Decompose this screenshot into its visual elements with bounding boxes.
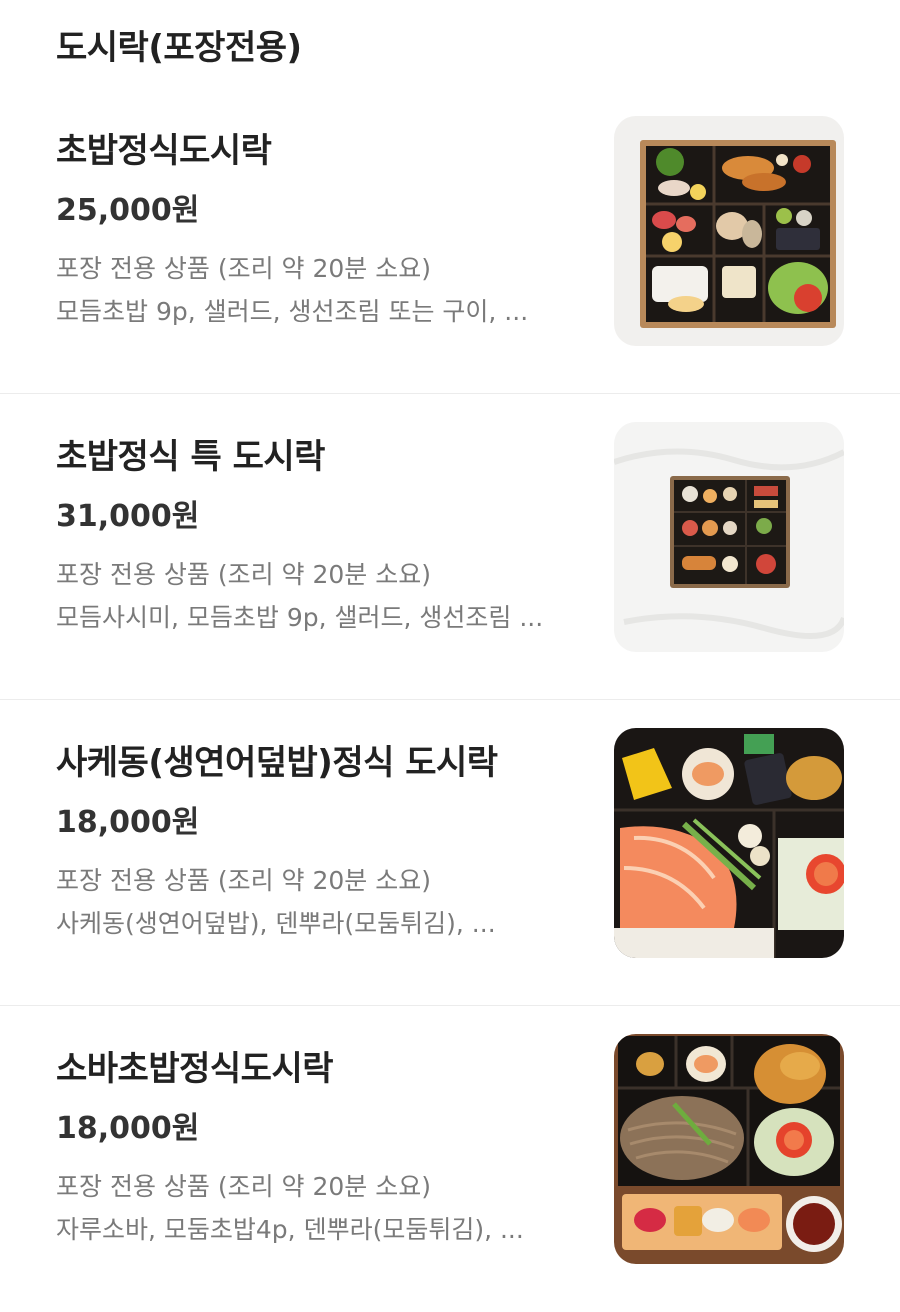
menu-item-salmon-rice-bowl-set[interactable]: 사케동(생연어덮밥)정식 도시락 18,000원 포장 전용 상품 (조리 약 … <box>0 700 900 1006</box>
menu-item-note: 포장 전용 상품 (조리 약 20분 소요) <box>56 254 432 283</box>
menu-item-soba-sushi-set[interactable]: 소바초밥정식도시락 18,000원 포장 전용 상품 (조리 약 20분 소요)… <box>0 1006 900 1312</box>
menu-item-sushi-set[interactable]: 초밥정식도시락 25,000원 포장 전용 상품 (조리 약 20분 소요) 모… <box>0 88 900 394</box>
salmon-rice-bowl-lunchbox-photo[interactable] <box>614 728 844 958</box>
sushi-set-lunchbox-photo[interactable] <box>614 116 844 346</box>
menu-item-price: 31,000원 <box>56 499 200 534</box>
menu-item-name: 초밥정식도시락 <box>56 131 272 171</box>
menu-item-description: 모듬사시미, 모듬초밥 9p, 샐러드, 생선조림 ... <box>56 603 544 632</box>
menu-item-name: 사케동(생연어덮밥)정식 도시락 <box>56 743 498 783</box>
menu-item-note: 포장 전용 상품 (조리 약 20분 소요) <box>56 560 432 589</box>
menu-item-note: 포장 전용 상품 (조리 약 20분 소요) <box>56 1172 432 1201</box>
menu-item-note: 포장 전용 상품 (조리 약 20분 소요) <box>56 866 432 895</box>
menu-item-description: 사케동(생연어덮밥), 덴뿌라(모둠튀김), ... <box>56 909 496 938</box>
menu-item-name: 초밥정식 특 도시락 <box>56 437 325 477</box>
menu-list: 초밥정식도시락 25,000원 포장 전용 상품 (조리 약 20분 소요) 모… <box>0 88 900 1312</box>
special-sushi-set-lunchbox-photo[interactable] <box>614 422 844 652</box>
menu-item-price: 18,000원 <box>56 1111 200 1146</box>
menu-item-description: 모듬초밥 9p, 샐러드, 생선조림 또는 구이, ... <box>56 297 529 326</box>
menu-item-price: 18,000원 <box>56 805 200 840</box>
section-title: 도시락(포장전용) <box>56 28 302 68</box>
menu-item-special-sushi-set[interactable]: 초밥정식 특 도시락 31,000원 포장 전용 상품 (조리 약 20분 소요… <box>0 394 900 700</box>
menu-item-price: 25,000원 <box>56 193 200 228</box>
soba-sushi-lunchbox-photo[interactable] <box>614 1034 844 1264</box>
menu-item-name: 소바초밥정식도시락 <box>56 1049 334 1089</box>
menu-item-description: 자루소바, 모둠초밥4p, 덴뿌라(모둠튀김), ... <box>56 1215 524 1244</box>
